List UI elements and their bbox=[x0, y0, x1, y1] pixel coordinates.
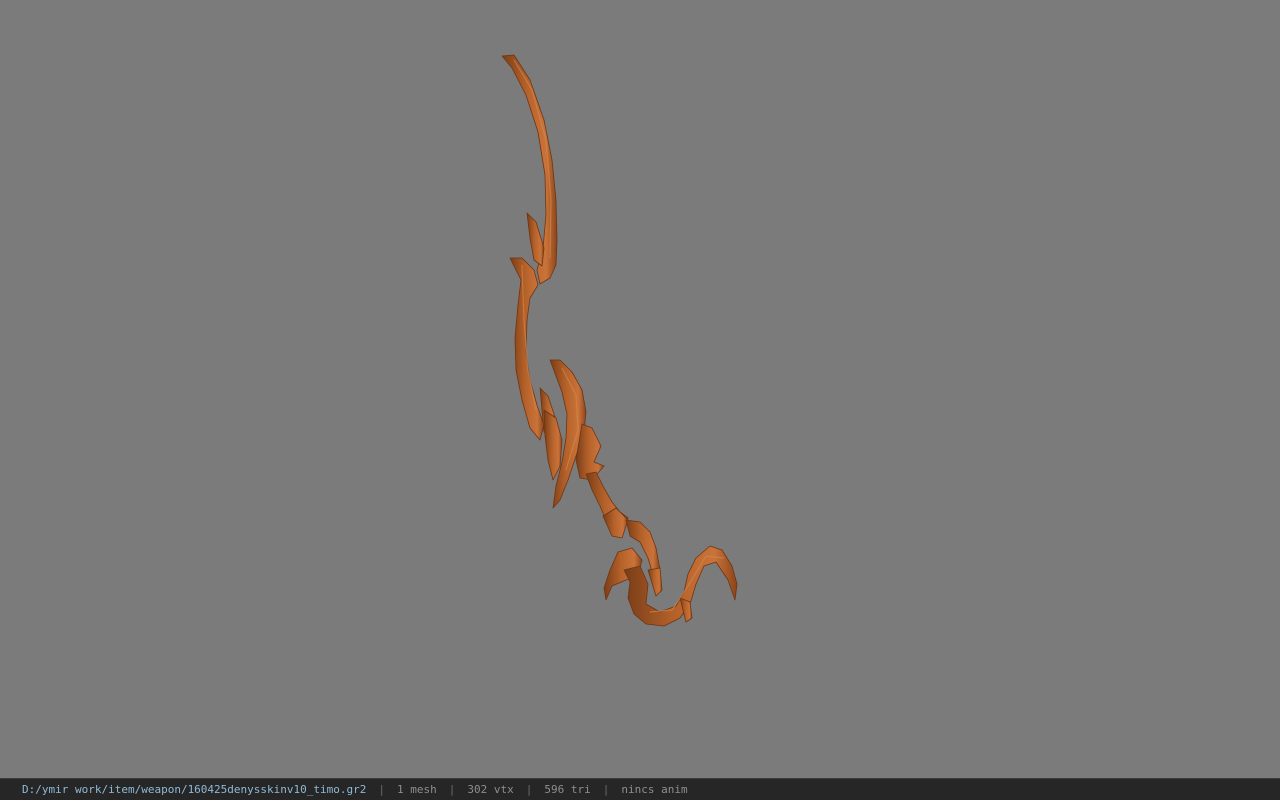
3d-viewport[interactable] bbox=[0, 0, 1280, 778]
separator: | bbox=[448, 783, 456, 796]
mesh-count: 1 mesh bbox=[397, 783, 437, 796]
animation-status: nincs anim bbox=[621, 783, 688, 796]
separator: | bbox=[602, 783, 610, 796]
status-bar: D:/ymir work/item/weapon/160425denysskin… bbox=[0, 778, 1280, 800]
separator: | bbox=[378, 783, 385, 796]
triangle-count: 596 tri bbox=[544, 783, 591, 796]
vertex-count: 302 vtx bbox=[467, 783, 514, 796]
weapon-model bbox=[501, 54, 738, 627]
separator: | bbox=[525, 783, 533, 796]
file-path: D:/ymir work/item/weapon/160425denysskin… bbox=[22, 783, 367, 796]
